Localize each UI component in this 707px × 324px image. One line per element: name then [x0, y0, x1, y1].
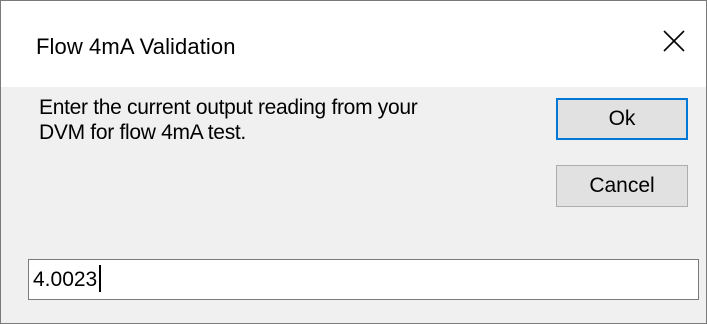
input-dialog: Flow 4mA Validation Enter the current ou…	[0, 0, 707, 324]
input-value: 4.0023	[33, 268, 98, 291]
prompt-text: Enter the current output reading from yo…	[39, 95, 519, 145]
window-title: Flow 4mA Validation	[36, 34, 236, 59]
title-bar[interactable]: Flow 4mA Validation	[1, 1, 706, 87]
text-caret	[99, 265, 102, 292]
cancel-button[interactable]: Cancel	[556, 165, 688, 207]
ok-button[interactable]: Ok	[556, 98, 688, 140]
close-icon	[663, 30, 685, 52]
reading-input[interactable]: 4.0023	[28, 259, 699, 300]
prompt-line-1: Enter the current output reading from yo…	[39, 96, 418, 119]
close-button[interactable]	[646, 15, 706, 75]
prompt-line-2: DVM for flow 4mA test.	[39, 121, 246, 144]
dialog-body: Enter the current output reading from yo…	[1, 87, 706, 323]
